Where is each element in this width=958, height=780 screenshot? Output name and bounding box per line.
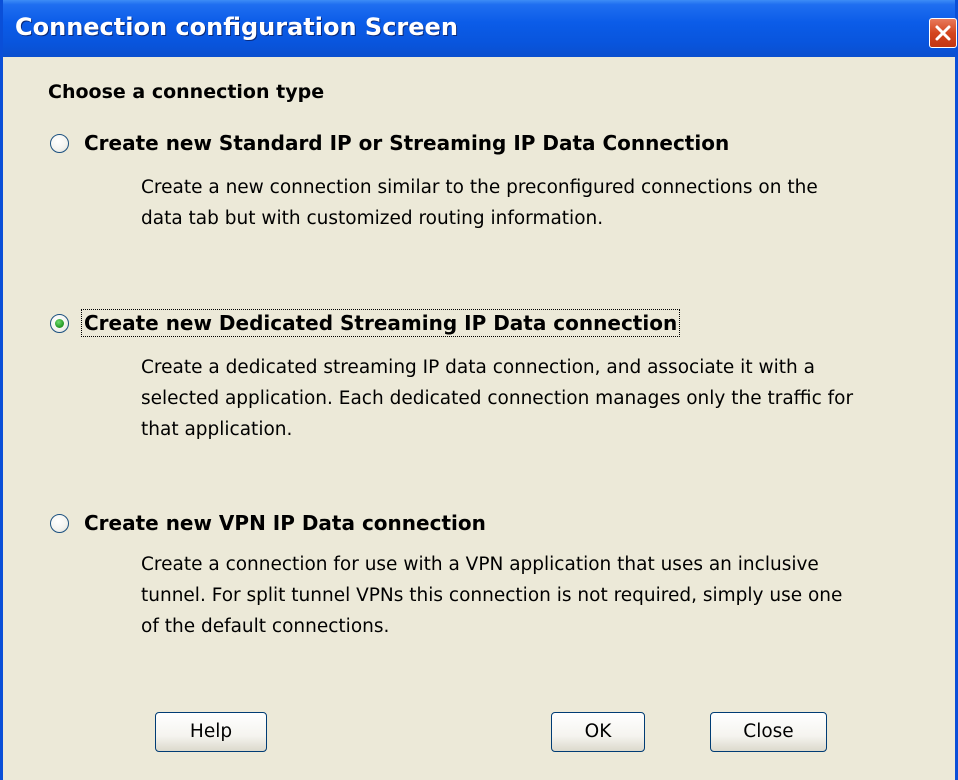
option-vpn-ip[interactable]: Create new VPN IP Data connection (50, 509, 489, 537)
option-description-dedicated-streaming-ip: Create a dedicated streaming IP data con… (141, 357, 854, 440)
option-dedicated-streaming-ip[interactable]: Create new Dedicated Streaming IP Data c… (50, 309, 681, 337)
option-label-dedicated-streaming-ip[interactable]: Create new Dedicated Streaming IP Data c… (81, 309, 681, 337)
window-title: Connection configuration Screen (15, 13, 458, 41)
radio-standard-ip[interactable] (50, 133, 69, 153)
radio-dedicated-streaming-ip[interactable] (50, 313, 69, 333)
option-description-standard-ip: Create a new connection similar to the p… (141, 177, 818, 229)
option-description-vpn-ip: Create a connection for use with a VPN a… (141, 554, 843, 637)
close-icon (935, 25, 951, 41)
close-window-button[interactable] (929, 18, 957, 48)
radio-vpn-ip[interactable] (50, 513, 69, 533)
close-button[interactable]: Close (710, 712, 827, 752)
help-button[interactable]: Help (155, 712, 267, 752)
option-label-standard-ip[interactable]: Create new Standard IP or Streaming IP D… (81, 129, 732, 157)
section-heading: Choose a connection type (48, 81, 325, 103)
dialog-window: Connection configuration Screen Choose a… (0, 0, 958, 780)
option-standard-ip[interactable]: Create new Standard IP or Streaming IP D… (50, 129, 732, 157)
option-label-vpn-ip[interactable]: Create new VPN IP Data connection (81, 509, 489, 537)
dialog-body: Choose a connection type Create new Stan… (3, 57, 955, 780)
title-bar[interactable]: Connection configuration Screen (3, 0, 957, 57)
ok-button[interactable]: OK (551, 712, 645, 752)
